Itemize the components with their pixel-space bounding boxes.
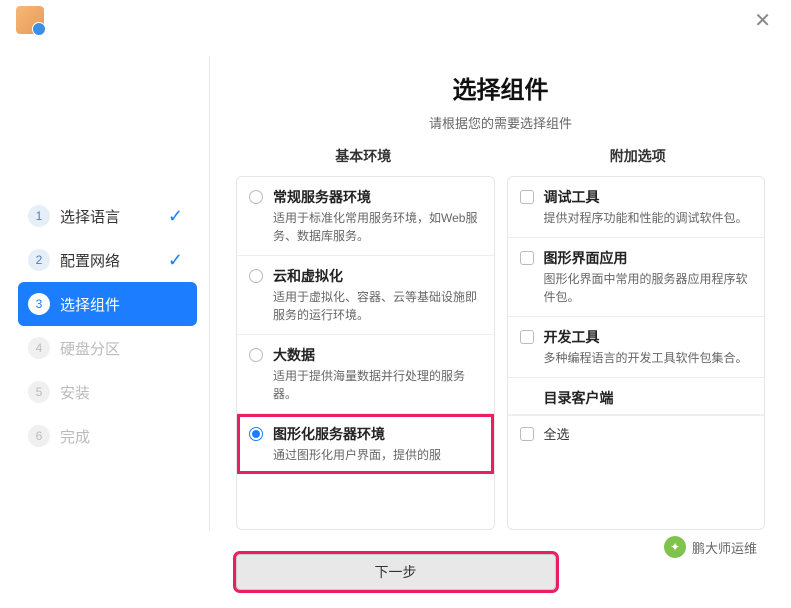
step-install[interactable]: 5 安装 [18,370,197,414]
radio-icon[interactable] [249,269,263,283]
step-label: 配置网络 [60,250,120,271]
step-label: 安装 [60,382,90,403]
step-partition[interactable]: 4 硬盘分区 [18,326,197,370]
watermark-text: 鹏大师运维 [692,538,757,557]
step-label: 选择组件 [60,294,120,315]
option-cloud-virt[interactable]: 云和虚拟化 适用于虚拟化、容器、云等基础设施即服务的运行环境。 [237,256,494,335]
checkbox-icon[interactable] [520,251,534,265]
select-all-row[interactable]: 全选 [508,415,765,451]
close-icon[interactable]: ✕ [750,4,775,37]
radio-icon[interactable] [249,427,263,441]
basic-env-panel: 常规服务器环境 适用于标准化常用服务环境，如Web服务、数据库服务。 云和虚拟化… [236,176,495,530]
check-icon: ✓ [168,250,183,271]
option-desc: 图形化界面中常用的服务器应用程序软件包。 [544,270,753,306]
addons-panel: 调试工具 提供对程序功能和性能的调试软件包。 图形界面应用 图形化界面中常用的服… [507,176,766,530]
step-number: 4 [28,337,50,359]
main-area: 1 选择语言 ✓ 2 配置网络 ✓ 3 选择组件 4 硬盘分区 5 安装 6 完… [0,40,791,540]
check-icon: ✓ [168,206,183,227]
columns-header: 基本环境 附加选项 [236,146,765,176]
option-title: 图形界面应用 [544,248,753,268]
option-bigdata[interactable]: 大数据 适用于提供海量数据并行处理的服务器。 [237,335,494,414]
addon-gui-apps[interactable]: 图形界面应用 图形化界面中常用的服务器应用程序软件包。 [508,238,765,317]
wechat-icon: ✦ [664,536,686,558]
option-standard-server[interactable]: 常规服务器环境 适用于标准化常用服务环境，如Web服务、数据库服务。 [237,177,494,256]
step-number: 2 [28,249,50,271]
step-done[interactable]: 6 完成 [18,414,197,458]
option-title: 云和虚拟化 [273,266,482,286]
step-label: 完成 [60,426,90,447]
option-graphical-server[interactable]: 图形化服务器环境 通过图形化用户界面，提供的服 [237,414,494,474]
option-title: 目录客户端 [544,388,753,408]
addon-debug-tools[interactable]: 调试工具 提供对程序功能和性能的调试软件包。 [508,177,765,238]
option-desc: 通过图形化用户界面，提供的服 [273,446,482,464]
titlebar: ✕ [0,0,791,40]
watermark: ✦ 鹏大师运维 [654,532,767,562]
next-button[interactable]: 下一步 [236,554,556,590]
page-subtitle: 请根据您的需要选择组件 [236,113,765,132]
option-desc: 提供对程序功能和性能的调试软件包。 [544,209,753,227]
step-number: 6 [28,425,50,447]
option-title: 常规服务器环境 [273,187,482,207]
checkbox-icon[interactable] [520,190,534,204]
app-icon [16,6,44,34]
checkbox-icon[interactable] [520,427,534,441]
radio-icon[interactable] [249,348,263,362]
option-desc: 多种编程语言的开发工具软件包集合。 [544,349,753,367]
radio-icon[interactable] [249,190,263,204]
col-header-addons: 附加选项 [511,146,766,176]
option-title: 图形化服务器环境 [273,424,482,444]
addon-directory-client[interactable]: 目录客户端 [508,378,765,415]
option-desc: 适用于提供海量数据并行处理的服务器。 [273,367,482,403]
col-header-basic: 基本环境 [236,146,491,176]
step-components[interactable]: 3 选择组件 [18,282,197,326]
option-desc: 适用于虚拟化、容器、云等基础设施即服务的运行环境。 [273,288,482,324]
step-number: 3 [28,293,50,315]
step-number: 1 [28,205,50,227]
columns: 常规服务器环境 适用于标准化常用服务环境，如Web服务、数据库服务。 云和虚拟化… [236,176,765,530]
content: 选择组件 请根据您的需要选择组件 基本环境 附加选项 常规服务器环境 适用于标准… [210,40,791,540]
checkbox-icon[interactable] [520,330,534,344]
select-all-label: 全选 [544,424,570,443]
step-language[interactable]: 1 选择语言 ✓ [18,194,197,238]
option-title: 大数据 [273,345,482,365]
step-network[interactable]: 2 配置网络 ✓ [18,238,197,282]
sidebar: 1 选择语言 ✓ 2 配置网络 ✓ 3 选择组件 4 硬盘分区 5 安装 6 完… [0,56,210,530]
page-title: 选择组件 [236,70,765,105]
addon-dev-tools[interactable]: 开发工具 多种编程语言的开发工具软件包集合。 [508,317,765,378]
option-desc: 适用于标准化常用服务环境，如Web服务、数据库服务。 [273,209,482,245]
option-title: 开发工具 [544,327,753,347]
step-label: 硬盘分区 [60,338,120,359]
step-label: 选择语言 [60,206,120,227]
option-title: 调试工具 [544,187,753,207]
step-number: 5 [28,381,50,403]
